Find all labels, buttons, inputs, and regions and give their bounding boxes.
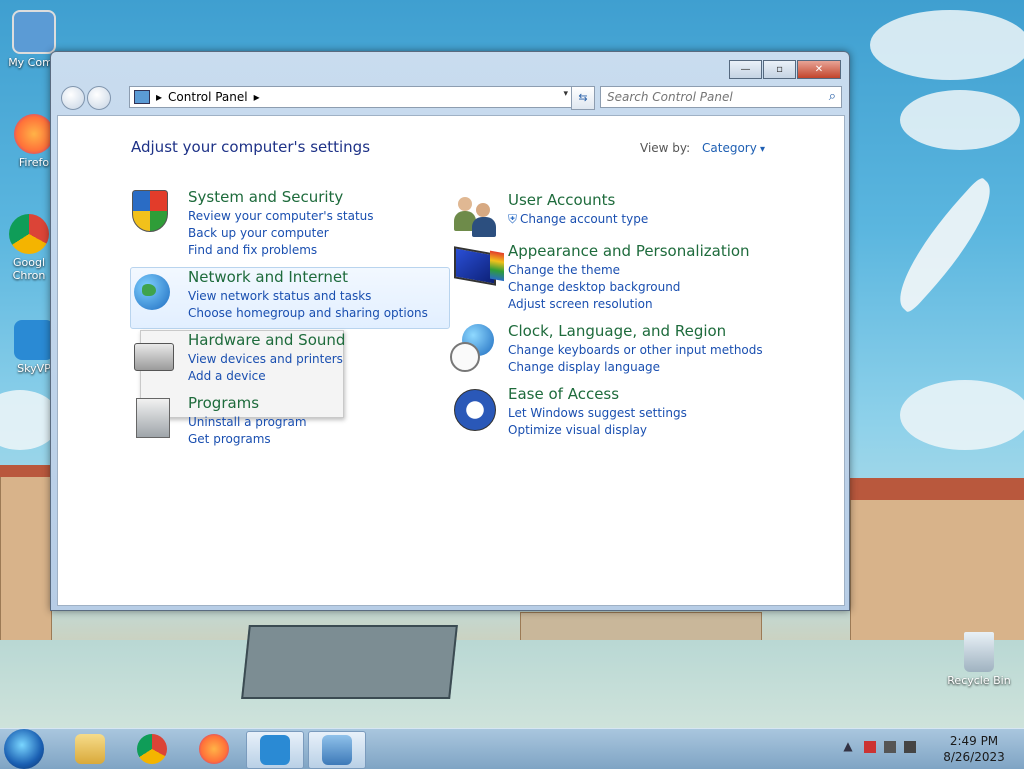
control-panel-window: — ▫ ✕ ▸ Control Panel ▸ ▾ ⇆ ⌕ Adjust you… [50, 51, 850, 611]
view-by-label: View by: [640, 141, 691, 155]
category-link[interactable]: ⛨ Change account type [508, 211, 648, 228]
category-link[interactable]: View devices and printers [188, 351, 345, 368]
view-by-dropdown[interactable]: Category [702, 141, 765, 155]
back-button[interactable] [61, 86, 85, 110]
desktop-icon-chrome[interactable]: Googl Chron [4, 214, 54, 282]
clock-date: 8/26/2023 [943, 750, 1005, 764]
category-heading[interactable]: System and Security [188, 188, 374, 206]
search-icon[interactable]: ⌕ [829, 89, 836, 104]
category-link[interactable]: Adjust screen resolution [508, 296, 750, 313]
breadcrumb-arrow-icon[interactable]: ▸ [156, 90, 162, 104]
category-link[interactable]: Change keyboards or other input methods [508, 342, 763, 359]
folder-icon [75, 734, 105, 764]
category-heading[interactable]: Clock, Language, and Region [508, 322, 763, 340]
taskbar-file-explorer[interactable] [62, 731, 118, 767]
category-clock-language-region: Clock, Language, and Region Change keybo… [450, 322, 763, 376]
system-tray: ▲ [840, 739, 916, 755]
category-heading[interactable]: Hardware and Sound [188, 331, 345, 349]
desktop-icon-recycle-bin[interactable]: Recycle Bin [944, 632, 1014, 687]
view-by: View by: Category [640, 141, 765, 155]
category-network-and-internet: Network and Internet View network status… [130, 268, 428, 322]
monitor-icon[interactable] [450, 242, 498, 290]
clock-globe-icon[interactable] [450, 322, 498, 372]
category-user-accounts: User Accounts ⛨ Change account type [450, 191, 648, 239]
address-bar[interactable]: ▸ Control Panel ▸ ▾ [129, 86, 573, 108]
chrome-icon [137, 734, 167, 764]
category-ease-of-access: Ease of Access Let Windows suggest setti… [450, 385, 687, 439]
feather-decoration [879, 175, 1011, 315]
network-icon[interactable] [884, 741, 896, 753]
search-box[interactable]: ⌕ [600, 86, 842, 108]
address-dropdown-icon[interactable]: ▾ [563, 89, 568, 99]
category-link[interactable]: Get programs [188, 431, 307, 448]
category-link[interactable]: Review your computer's status [188, 208, 374, 225]
search-input[interactable] [601, 89, 819, 105]
navigation-bar: ▸ Control Panel ▸ ▾ ⇆ ⌕ [59, 85, 842, 111]
category-heading[interactable]: Network and Internet [188, 268, 428, 286]
computer-icon [12, 10, 56, 54]
action-center-icon[interactable] [864, 741, 876, 753]
desktop-icon-label: SkyVP [17, 362, 51, 375]
window-controls: — ▫ ✕ [729, 60, 841, 79]
category-link[interactable]: Add a device [188, 368, 345, 385]
volume-muted-icon[interactable] [904, 741, 916, 753]
taskbar-firefox[interactable] [186, 731, 242, 767]
desktop-icon-label: Googl Chron [12, 256, 46, 282]
clock-time: 2:49 PM [949, 734, 999, 748]
start-button[interactable] [4, 729, 44, 769]
category-heading[interactable]: Appearance and Personalization [508, 242, 750, 260]
control-panel-content: Adjust your computer's settings View by:… [57, 115, 845, 606]
users-icon[interactable] [450, 191, 498, 239]
category-appearance-and-personalization: Appearance and Personalization Change th… [450, 242, 750, 313]
category-heading[interactable]: Programs [188, 394, 307, 412]
category-heading[interactable]: User Accounts [508, 191, 648, 209]
category-link[interactable]: Let Windows suggest settings [508, 405, 687, 422]
category-link-text[interactable]: Change account type [520, 212, 648, 226]
taskbar-chrome[interactable] [124, 731, 180, 767]
category-programs: Programs Uninstall a program Get program… [130, 394, 307, 448]
control-panel-small-icon [134, 90, 150, 104]
system-clock[interactable]: 2:49 PM 8/26/2023 [936, 733, 1012, 765]
fountain-decoration [241, 625, 458, 699]
category-link[interactable]: Choose homegroup and sharing options [188, 305, 428, 322]
breadcrumb-arrow-icon[interactable]: ▸ [254, 90, 260, 104]
category-link[interactable]: Change display language [508, 359, 763, 376]
firefox-icon [199, 734, 229, 764]
category-link[interactable]: Change the theme [508, 262, 750, 279]
category-link[interactable]: Find and fix problems [188, 242, 374, 259]
desktop-icon-label: Firefo [18, 156, 50, 169]
show-hidden-icons-icon[interactable]: ▲ [840, 739, 856, 755]
control-panel-icon [322, 735, 352, 765]
chrome-icon [9, 214, 49, 254]
network-globe-icon[interactable] [130, 268, 178, 316]
category-link[interactable]: Change desktop background [508, 279, 750, 296]
maximize-button[interactable]: ▫ [763, 60, 796, 79]
programs-box-icon[interactable] [130, 394, 178, 442]
printer-icon[interactable] [130, 331, 178, 379]
desktop-icon-label: Recycle Bin [947, 674, 1011, 687]
forward-button[interactable] [87, 86, 111, 110]
taskbar-skyvpn[interactable] [246, 731, 304, 769]
shield-icon[interactable] [130, 188, 178, 236]
recycle-bin-icon [964, 632, 994, 672]
ease-of-access-icon[interactable] [450, 385, 498, 433]
firefox-icon [14, 114, 54, 154]
uac-shield-icon: ⛨ [508, 212, 518, 226]
category-link[interactable]: Optimize visual display [508, 422, 687, 439]
refresh-button[interactable]: ⇆ [571, 86, 595, 110]
skyvpn-icon [14, 320, 54, 360]
minimize-button[interactable]: — [729, 60, 762, 79]
category-heading[interactable]: Ease of Access [508, 385, 687, 403]
category-link[interactable]: View network status and tasks [188, 288, 428, 305]
skyvpn-icon [260, 735, 290, 765]
page-title: Adjust your computer's settings [131, 138, 371, 156]
category-system-and-security: System and Security Review your computer… [130, 188, 374, 259]
taskbar: ▲ 2:49 PM 8/26/2023 [0, 728, 1024, 769]
breadcrumb-control-panel[interactable]: Control Panel [168, 90, 248, 104]
category-hardware-and-sound: Hardware and Sound View devices and prin… [130, 331, 345, 385]
category-link[interactable]: Uninstall a program [188, 414, 307, 431]
category-link[interactable]: Back up your computer [188, 225, 374, 242]
taskbar-control-panel[interactable] [308, 731, 366, 769]
close-button[interactable]: ✕ [797, 60, 841, 79]
